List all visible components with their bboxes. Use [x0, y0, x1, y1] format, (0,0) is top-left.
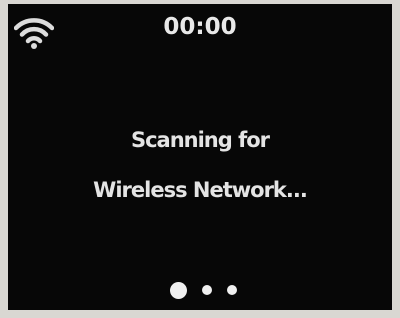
page-dot [226, 285, 237, 295]
status-bar: 00:00 [8, 4, 392, 54]
page-dot-active [169, 281, 187, 299]
scanning-message: Scanning for Wireless Network... [8, 122, 392, 222]
page-dot [201, 285, 212, 295]
device-screen: 00:00 Scanning for Wireless Network... [8, 4, 392, 310]
clock-time: 00:00 [163, 14, 237, 40]
message-line-1: Scanning for [130, 128, 270, 152]
page-indicator [8, 280, 392, 300]
message-line-2: Wireless Network... [93, 178, 308, 202]
